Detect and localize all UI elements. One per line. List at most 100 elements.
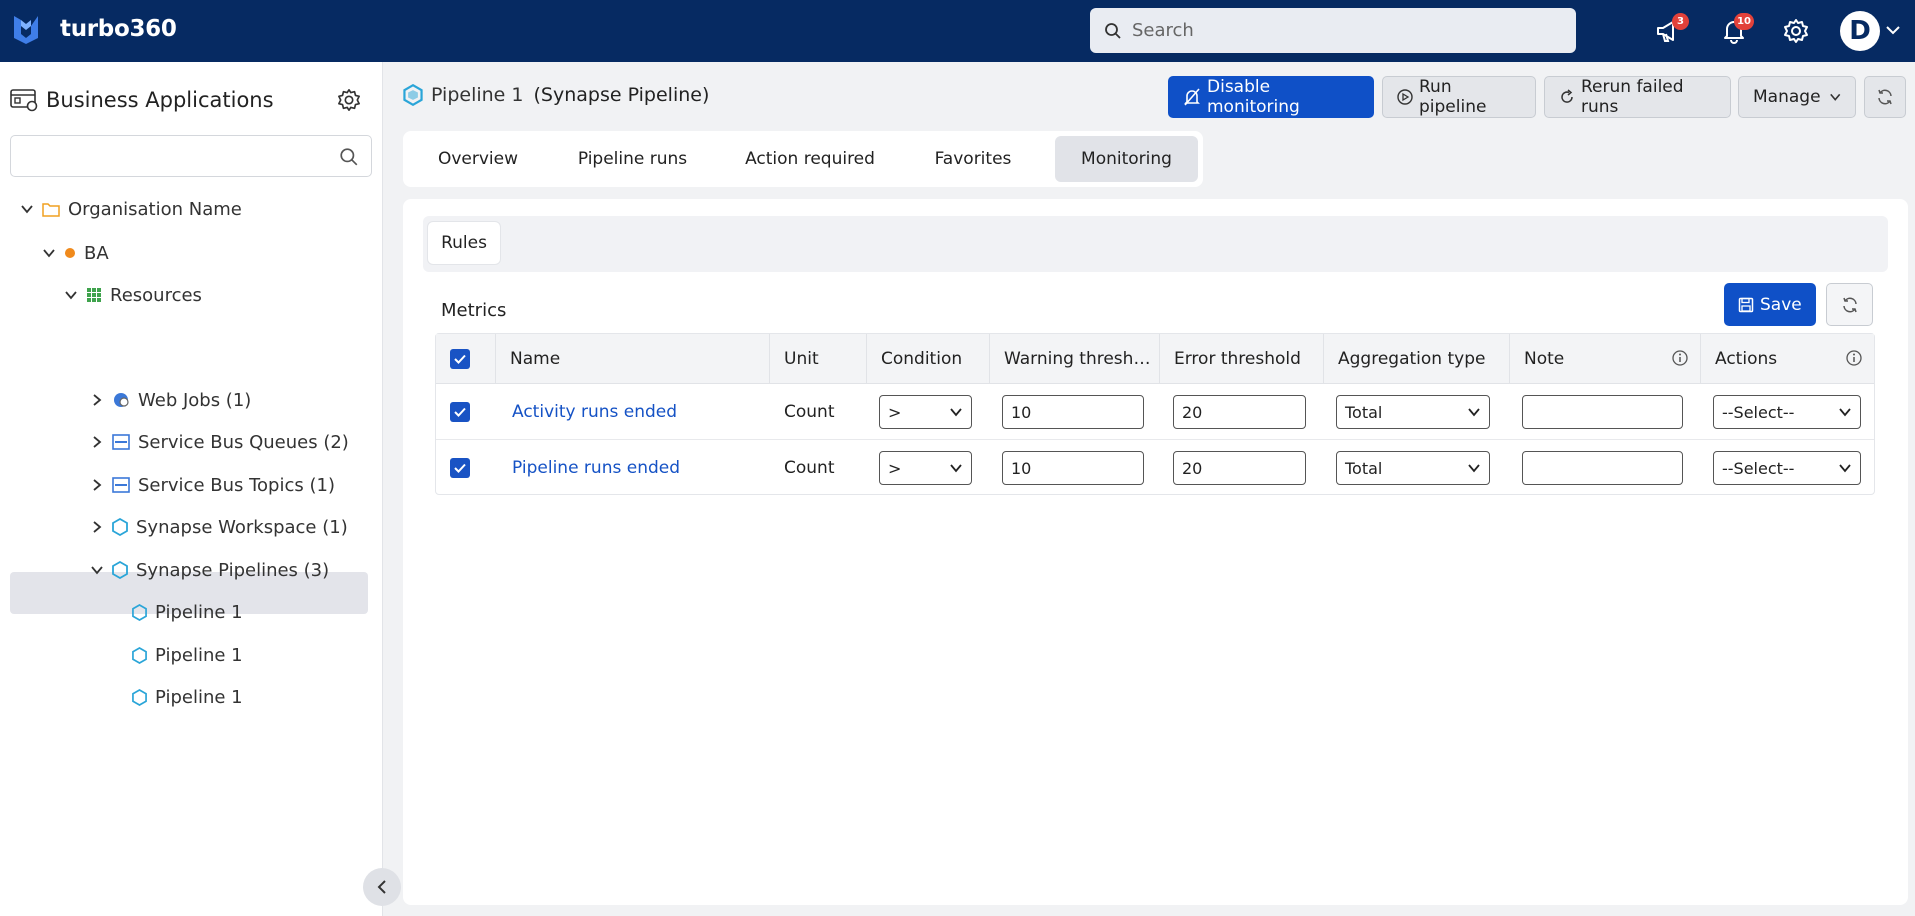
tree-item-pipeline[interactable]: Pipeline 1 xyxy=(132,677,243,717)
refresh-icon xyxy=(1878,89,1892,105)
business-app-icon xyxy=(10,89,38,112)
error-threshold-input[interactable] xyxy=(1173,451,1306,485)
column-header-actions[interactable]: Actions xyxy=(1701,334,1874,384)
button-label: Run pipeline xyxy=(1419,77,1487,117)
table-header: Name Unit Condition Warning thresh… Erro… xyxy=(436,334,1874,384)
run-pipeline-button[interactable]: Run pipeline xyxy=(1382,76,1536,118)
actions-cell: --Select-- xyxy=(1713,440,1861,496)
note-input[interactable] xyxy=(1522,395,1683,429)
column-header-label: Actions xyxy=(1715,349,1778,369)
table-row: Pipeline runs ended Count > Total --Sele… xyxy=(436,440,1874,496)
chevron-right-icon[interactable] xyxy=(90,478,104,492)
table-row: Activity runs ended Count > Total --Sele… xyxy=(436,384,1874,440)
tree-item-ba[interactable]: BA xyxy=(42,233,109,273)
column-header-unit[interactable]: Unit xyxy=(770,334,867,384)
condition-select[interactable]: > xyxy=(879,395,972,429)
user-avatar[interactable]: D xyxy=(1840,11,1880,51)
actions-select[interactable]: --Select-- xyxy=(1713,451,1861,485)
metrics-table: Name Unit Condition Warning thresh… Erro… xyxy=(435,333,1875,495)
chevron-down-icon[interactable] xyxy=(90,563,104,577)
metric-unit: Count xyxy=(784,458,835,478)
chevron-down-icon xyxy=(1829,93,1840,101)
disable-monitoring-button[interactable]: Disable monitoring xyxy=(1168,76,1374,118)
column-header-note[interactable]: Note xyxy=(1510,334,1701,384)
save-button[interactable]: Save xyxy=(1724,283,1816,326)
resource-type: (Synapse Pipeline) xyxy=(533,84,710,106)
tab-overview[interactable]: Overview xyxy=(413,136,543,182)
app-logo[interactable]: turbo360 xyxy=(12,14,177,44)
column-header-warning[interactable]: Warning thresh… xyxy=(990,334,1160,384)
select-all-checkbox[interactable] xyxy=(450,349,470,369)
service-bus-topic-icon xyxy=(112,477,130,493)
chevron-down-icon xyxy=(950,464,962,473)
metric-name-link[interactable]: Activity runs ended xyxy=(512,384,677,440)
tree-item-organisation[interactable]: Organisation Name xyxy=(20,189,242,229)
tab-monitoring[interactable]: Monitoring xyxy=(1055,136,1198,182)
info-icon[interactable] xyxy=(1846,350,1862,366)
announcements-button[interactable]: 3 xyxy=(1652,13,1689,48)
tree-item-label: Pipeline 1 xyxy=(155,644,243,666)
rerun-failed-runs-button[interactable]: Rerun failed runs xyxy=(1544,76,1731,118)
row-checkbox-cell xyxy=(450,440,470,496)
chevron-right-icon[interactable] xyxy=(90,520,104,534)
column-header-error[interactable]: Error threshold xyxy=(1160,334,1324,384)
tree-item-pipeline-selected[interactable]: Pipeline 1 xyxy=(132,635,243,675)
web-job-icon xyxy=(112,391,130,409)
condition-select[interactable]: > xyxy=(879,451,972,485)
aggregation-select[interactable]: Total xyxy=(1336,451,1490,485)
sidebar-header: Business Applications xyxy=(10,88,274,112)
notifications-button[interactable]: 10 xyxy=(1717,13,1754,48)
metric-name[interactable]: Pipeline runs ended xyxy=(512,458,680,478)
warning-threshold-input[interactable] xyxy=(1002,395,1144,429)
row-checkbox[interactable] xyxy=(450,458,470,478)
metric-name-link[interactable]: Pipeline runs ended xyxy=(512,440,680,496)
tree-item-service-bus-queues[interactable]: Service Bus Queues (2) xyxy=(90,422,349,462)
tree-item-service-bus-topics[interactable]: Service Bus Topics (1) xyxy=(90,465,335,505)
sidebar-search-field[interactable] xyxy=(10,135,372,177)
column-header-aggregation[interactable]: Aggregation type xyxy=(1324,334,1510,384)
manage-dropdown-button[interactable]: Manage xyxy=(1738,76,1856,118)
metric-name[interactable]: Activity runs ended xyxy=(512,402,677,422)
refresh-page-button[interactable] xyxy=(1864,76,1906,118)
chevron-down-icon[interactable] xyxy=(64,288,78,302)
sidebar-search-input[interactable] xyxy=(19,136,329,174)
grid-icon xyxy=(86,287,102,303)
notifications-badge: 10 xyxy=(1734,13,1754,30)
chevron-down-icon[interactable] xyxy=(20,202,34,216)
warning-threshold-input[interactable] xyxy=(1002,451,1144,485)
settings-button[interactable] xyxy=(1779,14,1813,48)
tree-item-synapse-pipelines[interactable]: Synapse Pipelines (3) xyxy=(90,550,329,590)
aggregation-select[interactable]: Total xyxy=(1336,395,1490,429)
note-input[interactable] xyxy=(1522,451,1683,485)
chevron-right-icon[interactable] xyxy=(90,435,104,449)
note-cell xyxy=(1522,384,1683,440)
tab-favorites[interactable]: Favorites xyxy=(908,136,1038,182)
subtab-rules[interactable]: Rules xyxy=(427,221,501,265)
announcements-badge: 3 xyxy=(1672,13,1689,30)
info-icon[interactable] xyxy=(1672,350,1688,366)
tab-action-required[interactable]: Action required xyxy=(725,136,895,182)
synapse-icon xyxy=(132,688,147,706)
column-header-name[interactable]: Name xyxy=(496,334,770,384)
column-header-condition[interactable]: Condition xyxy=(867,334,990,384)
tree-item-synapse-workspace[interactable]: Synapse Workspace (1) xyxy=(90,507,348,547)
page-title: Pipeline 1 (Synapse Pipeline) xyxy=(403,84,709,106)
actions-select[interactable]: --Select-- xyxy=(1713,395,1861,429)
aggregation-cell: Total xyxy=(1336,440,1490,496)
tree-item-web-jobs[interactable]: Web Jobs (1) xyxy=(90,380,251,420)
collapse-sidebar-button[interactable] xyxy=(363,868,401,906)
button-label: Rerun failed runs xyxy=(1581,77,1684,117)
refresh-metrics-button[interactable] xyxy=(1826,283,1873,326)
row-checkbox[interactable] xyxy=(450,402,470,422)
chevron-down-icon[interactable] xyxy=(42,246,56,260)
global-search[interactable] xyxy=(1090,8,1576,53)
warning-cell xyxy=(1002,440,1144,496)
search-input[interactable] xyxy=(1132,20,1552,41)
chevron-right-icon[interactable] xyxy=(90,393,104,407)
tree-item-resources[interactable]: Resources xyxy=(64,275,202,315)
chevron-down-icon[interactable] xyxy=(1885,22,1901,38)
sidebar-settings-icon[interactable] xyxy=(337,88,361,112)
tab-pipeline-runs[interactable]: Pipeline runs xyxy=(555,136,710,182)
tree-item-pipeline[interactable]: Pipeline 1 xyxy=(132,592,243,632)
error-threshold-input[interactable] xyxy=(1173,395,1306,429)
